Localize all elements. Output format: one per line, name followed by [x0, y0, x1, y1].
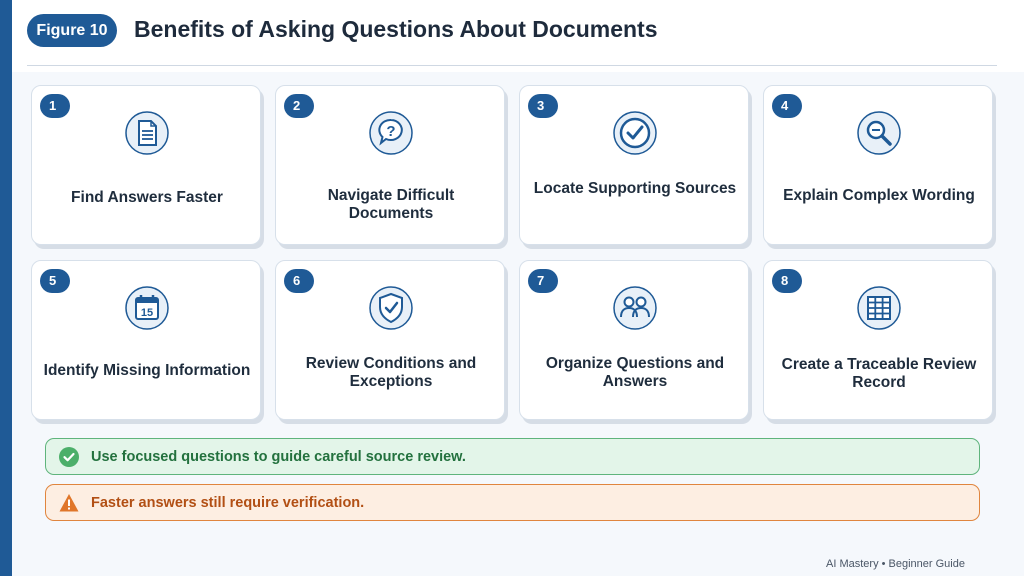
- document-icon: [125, 111, 169, 155]
- card-number: 3: [528, 94, 558, 118]
- card-label: Find Answers Faster: [71, 189, 223, 206]
- card-label: Create a Traceable Review Record: [781, 356, 977, 391]
- benefit-card-3: 3 Locate Supporting Sources: [519, 85, 749, 245]
- benefit-card-5: 5 15 Identify Missing Information: [31, 260, 261, 420]
- benefit-card-4: 4 Explain Complex Wording: [763, 85, 993, 245]
- warning-note: Faster answers still require verificatio…: [45, 484, 980, 521]
- benefit-card-1: 1 Find Answers Faster: [31, 85, 261, 245]
- card-label: Identify Missing Information: [43, 362, 251, 379]
- svg-text:15: 15: [141, 307, 153, 319]
- card-label: Locate Supporting Sources: [533, 180, 737, 197]
- people-icon: [613, 286, 657, 330]
- shield-check-icon: [369, 286, 413, 330]
- card-number: 7: [528, 269, 558, 293]
- figure-badge: Figure 10: [27, 14, 117, 47]
- card-label: Organize Questions and Answers: [545, 355, 725, 390]
- success-note-text: Use focused questions to guide careful s…: [91, 449, 466, 465]
- benefit-card-8: 8 Create a Traceable Review Record: [763, 260, 993, 420]
- question-bubble-icon: ?: [369, 111, 413, 155]
- card-number: 6: [284, 269, 314, 293]
- header-divider: [27, 65, 997, 66]
- benefit-card-6: 6 Review Conditions and Exceptions: [275, 260, 505, 420]
- warning-triangle-icon: [59, 494, 79, 512]
- card-label: Explain Complex Wording: [783, 187, 975, 204]
- card-number: 8: [772, 269, 802, 293]
- footer-credit: AI Mastery • Beginner Guide: [826, 558, 965, 570]
- grid-table-icon: [857, 286, 901, 330]
- card-number: 5: [40, 269, 70, 293]
- magnifier-icon: [857, 111, 901, 155]
- success-note: Use focused questions to guide careful s…: [45, 438, 980, 475]
- card-number: 4: [772, 94, 802, 118]
- benefit-card-2: 2 ? Navigate Difficult Documents: [275, 85, 505, 245]
- card-label: Review Conditions and Exceptions: [305, 355, 477, 390]
- card-number: 1: [40, 94, 70, 118]
- calendar-icon: 15: [125, 286, 169, 330]
- check-circle-icon: [59, 447, 79, 467]
- svg-text:?: ?: [386, 123, 395, 140]
- benefit-card-7: 7 Organize Questions and Answers: [519, 260, 749, 420]
- warning-note-text: Faster answers still require verificatio…: [91, 495, 365, 511]
- check-circle-icon: [613, 111, 657, 155]
- left-accent-bar: [0, 0, 12, 576]
- page-title: Benefits of Asking Questions About Docum…: [134, 16, 658, 42]
- card-label: Navigate Difficult Documents: [327, 187, 455, 222]
- card-number: 2: [284, 94, 314, 118]
